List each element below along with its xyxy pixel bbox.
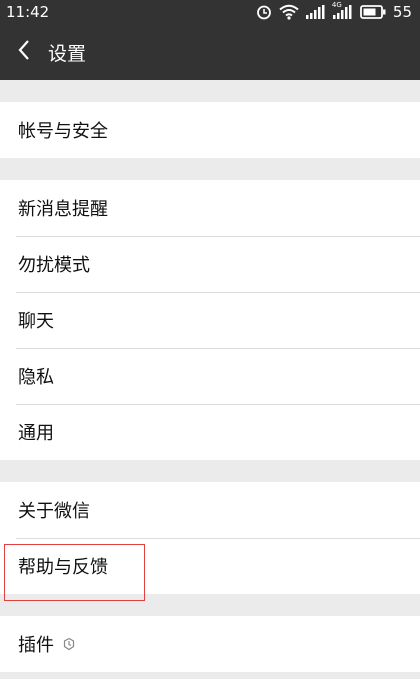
- network-tag: 4G: [331, 1, 342, 9]
- alarm-icon: [256, 4, 272, 20]
- chevron-left-icon: [17, 39, 31, 65]
- title-bar: 设置: [0, 24, 420, 80]
- settings-item-chat[interactable]: 聊天: [0, 292, 420, 348]
- settings-item-label: 聊天: [18, 311, 54, 332]
- battery-icon: [360, 5, 386, 19]
- settings-item-label: 通用: [18, 423, 54, 444]
- settings-item-general[interactable]: 通用: [0, 404, 420, 460]
- status-time: 11:42: [6, 3, 50, 21]
- wifi-icon: [279, 4, 299, 20]
- settings-item-label: 帐号与安全: [18, 121, 108, 142]
- settings-item-label: 插件: [18, 635, 54, 656]
- settings-item-do-not-disturb[interactable]: 勿扰模式: [0, 236, 420, 292]
- signal-icon-2: 4G: [332, 1, 353, 19]
- battery-level: 55: [392, 3, 412, 21]
- settings-item-label: 新消息提醒: [18, 199, 108, 220]
- section-gap: [0, 594, 420, 616]
- settings-item-new-message-alerts[interactable]: 新消息提醒: [0, 180, 420, 236]
- section-gap: [0, 158, 420, 180]
- settings-item-privacy[interactable]: 隐私: [0, 348, 420, 404]
- settings-item-about-wechat[interactable]: 关于微信: [0, 482, 420, 538]
- section-gap: [0, 460, 420, 482]
- settings-item-label: 隐私: [18, 367, 54, 388]
- settings-list: 帐号与安全 新消息提醒 勿扰模式 聊天 隐私 通用 关于微信 帮助与反馈 插件: [0, 80, 420, 672]
- page-title: 设置: [48, 42, 87, 65]
- back-button[interactable]: [2, 24, 46, 80]
- status-icons: 4G 55: [256, 1, 412, 21]
- settings-item-label: 关于微信: [18, 501, 90, 522]
- settings-item-plugins[interactable]: 插件: [0, 616, 420, 672]
- group-general: 新消息提醒 勿扰模式 聊天 隐私 通用: [0, 180, 420, 460]
- status-bar: 11:42 4G 55: [0, 0, 420, 24]
- plugin-badge-icon: [62, 637, 76, 651]
- settings-item-account-security[interactable]: 帐号与安全: [0, 102, 420, 158]
- group-plugins: 插件: [0, 616, 420, 672]
- group-account: 帐号与安全: [0, 102, 420, 158]
- signal-icon-1: [305, 5, 326, 19]
- settings-item-label: 帮助与反馈: [18, 557, 108, 578]
- settings-item-label: 勿扰模式: [18, 255, 90, 276]
- settings-item-help-feedback[interactable]: 帮助与反馈: [0, 538, 420, 594]
- group-about: 关于微信 帮助与反馈: [0, 482, 420, 594]
- section-gap: [0, 80, 420, 102]
